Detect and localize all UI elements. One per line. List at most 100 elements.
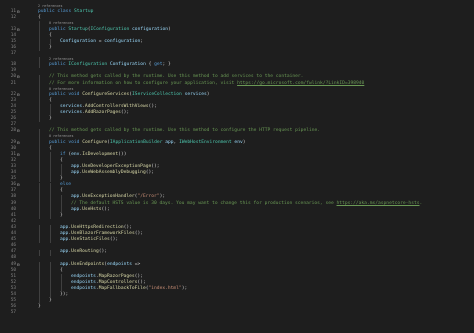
- keyword-token: public: [49, 139, 69, 145]
- parameter-token: services: [184, 91, 207, 97]
- method-token: UseExceptionHandler: [82, 194, 135, 200]
- property-token: Configuration: [109, 62, 149, 68]
- method-token: UseWebAssemblyDebugging: [82, 170, 146, 176]
- indent-guide: [39, 249, 40, 256]
- punctuation-token: );: [181, 285, 188, 291]
- references-count[interactable]: 0 references: [49, 21, 74, 25]
- code-line: 57: [0, 310, 474, 316]
- punctuation-token: ();: [101, 206, 110, 212]
- parameter-token: env: [234, 139, 243, 145]
- punctuation-token: {: [60, 157, 63, 163]
- comment-link[interactable]: https://aka.ms/aspnetcore-hsts: [337, 201, 420, 206]
- punctuation-token: ();: [98, 249, 108, 255]
- indent-guide: [39, 62, 40, 69]
- type-token: IWebHostEnvironment: [179, 139, 235, 145]
- parameter-token: endpoints: [71, 279, 96, 285]
- code-editor[interactable]: 2 references 11 ⊟ public class Startup 12{0 …: [0, 0, 474, 333]
- type-token: IApplicationBuilder: [109, 139, 166, 145]
- comment-token: .: [419, 200, 423, 206]
- type-token: Startup: [73, 9, 94, 15]
- punctuation-token: ();: [134, 273, 143, 279]
- references-count[interactable]: 0 references: [49, 134, 74, 138]
- parameter-token: configuration: [104, 38, 141, 44]
- punctuation-token: ();: [134, 231, 144, 237]
- punctuation-token: ();: [151, 164, 160, 169]
- punctuation-token: {: [60, 267, 63, 273]
- keyword-token: void: [68, 91, 83, 97]
- keyword-token: void: [68, 139, 83, 145]
- punctuation-token: ();: [123, 224, 132, 230]
- punctuation-token: ();: [148, 103, 157, 109]
- punctuation-token: ();: [145, 170, 155, 176]
- comment-token: // This method gets called by the runtim…: [49, 128, 321, 134]
- parameter-token: services: [60, 110, 83, 116]
- references-count[interactable]: 0 references: [49, 87, 74, 91]
- keyword-token: public: [49, 26, 69, 32]
- punctuation-token: }: [60, 212, 63, 218]
- indent-guide: [39, 213, 40, 220]
- method-token: MapFallbackToFile: [98, 285, 146, 291]
- method-token: UseEndpoints: [71, 261, 105, 267]
- indent-guide: [61, 206, 62, 213]
- string-token: "/Error": [137, 194, 160, 200]
- indent-guide: [39, 116, 40, 123]
- punctuation-token: ();: [109, 237, 119, 243]
- indent-guide: [39, 44, 40, 51]
- method-token: UseStaticFiles: [71, 237, 110, 243]
- references-count[interactable]: 2 references: [38, 4, 63, 8]
- method-token: ConfigureServices: [82, 91, 130, 97]
- code-lines[interactable]: 2 references 11 ⊟ public class Startup 12{0 …: [0, 4, 474, 316]
- punctuation-token: }: [38, 304, 41, 310]
- comment-token: // For more information on how to config…: [49, 80, 238, 86]
- indent-guide: [50, 237, 51, 244]
- punctuation-token: ();: [120, 110, 130, 116]
- punctuation-token: ; }: [162, 62, 171, 68]
- punctuation-token: ()): [118, 151, 127, 157]
- indent-guide: [50, 292, 51, 299]
- punctuation-token: ): [168, 26, 171, 32]
- keyword-token: public: [49, 91, 69, 97]
- keyword-token: class: [57, 9, 74, 15]
- type-token: IServiceCollection: [132, 91, 185, 97]
- method-token: MapRazorPages: [98, 273, 135, 279]
- indent-guide: [39, 298, 40, 305]
- method-token: AddControllersWithViews: [84, 103, 149, 109]
- indent-guide: [61, 170, 62, 177]
- punctuation-token: {: [49, 97, 52, 103]
- punctuation-token: {: [60, 188, 63, 194]
- punctuation-token: =>: [131, 261, 141, 267]
- references-count[interactable]: 2 references: [49, 57, 74, 61]
- comment-token: // The default HSTS value is 30 days. Yo…: [71, 200, 337, 206]
- punctuation-token: ): [242, 139, 246, 145]
- type-token: Startup: [68, 26, 88, 32]
- punctuation-token: ;: [140, 38, 144, 44]
- method-token: IsDevelopment: [82, 151, 119, 157]
- type-token: IConfiguration: [68, 62, 110, 68]
- method-token: AddRazorPages: [84, 110, 121, 116]
- method-token: UseRouting: [71, 249, 99, 255]
- punctuation-token: ();: [137, 279, 146, 285]
- punctuation-token: {: [38, 15, 41, 21]
- method-token: UseBlazorFrameworkFiles: [71, 231, 135, 237]
- punctuation-token: }: [49, 116, 52, 122]
- comment-link[interactable]: https://go.microsoft.com/fwlink/?LinkID=…: [237, 81, 364, 86]
- indent-guide: [50, 38, 51, 45]
- punctuation-token: });: [60, 291, 69, 297]
- indent-guide: [50, 249, 51, 256]
- method-token: Configure: [82, 139, 108, 145]
- keyword-token: else: [60, 182, 72, 188]
- comment-token: // This method gets called by the runtim…: [49, 74, 304, 80]
- indent-guide: [50, 110, 51, 117]
- indent-guide: [39, 237, 40, 244]
- parameter-token: endpoints: [107, 261, 132, 267]
- keyword-token: public: [49, 62, 69, 68]
- method-token: UseHttpsRedirection: [71, 224, 124, 230]
- punctuation-token: }: [49, 44, 52, 50]
- punctuation-token: );: [159, 194, 166, 200]
- punctuation-token: {: [49, 145, 52, 151]
- indent-guide: [61, 286, 62, 293]
- line-number: 57: [10, 310, 16, 316]
- parameter-token: app: [165, 139, 174, 145]
- method-token: UseDeveloperExceptionPage: [82, 164, 152, 169]
- indent-guide: [50, 213, 51, 220]
